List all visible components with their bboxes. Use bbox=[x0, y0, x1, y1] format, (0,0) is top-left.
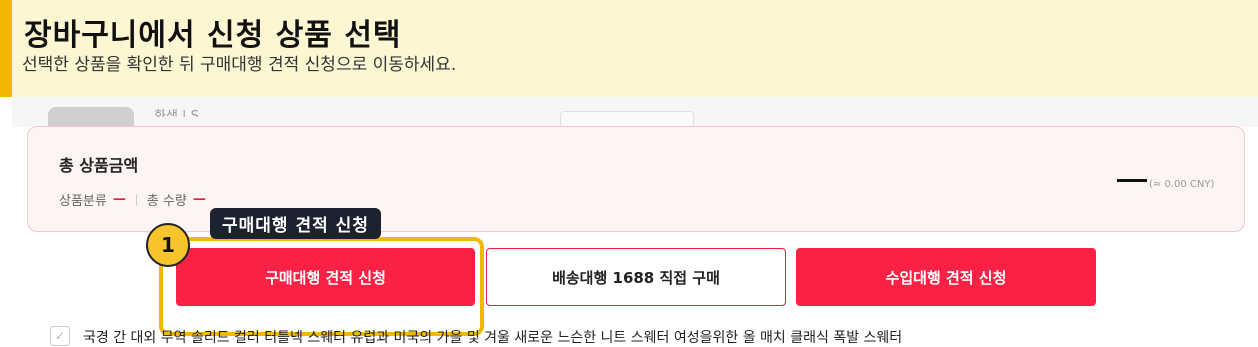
direct-purchase-button[interactable]: 배송대행 1688 직접 구매 bbox=[486, 248, 786, 306]
product-option-text: 화색 | S bbox=[154, 109, 199, 117]
page-subtitle: 선택한 상품을 확인한 뒤 구매대행 견적 신청으로 이동하세요. bbox=[22, 55, 457, 75]
meta-divider bbox=[135, 193, 137, 206]
category-label: 상품분류 bbox=[59, 194, 107, 209]
total-amount-label: 총 상품금액 bbox=[59, 156, 139, 175]
cart-item-row: 화색 | S bbox=[12, 97, 1258, 128]
product-thumbnail bbox=[48, 107, 134, 127]
currency-note: (≈ 0.00 CNY) bbox=[1149, 179, 1215, 190]
total-amount-value bbox=[1117, 179, 1147, 182]
category-value: — bbox=[112, 192, 126, 207]
import-quote-button[interactable]: 수입대행 견적 신청 bbox=[796, 248, 1096, 306]
page-title: 장바구니에서 신청 상품 선택 bbox=[24, 18, 402, 53]
step-number-badge: 1 bbox=[146, 223, 190, 267]
guide-tooltip: 구매대행 견적 신청 bbox=[210, 208, 381, 239]
quantity-label: 총 수량 bbox=[146, 194, 187, 209]
product-title: 국경 간 대외 무역 솔리드 컬러 터틀넥 스웨터 유럽과 미국의 가을 및 겨… bbox=[83, 330, 903, 346]
summary-meta: 상품분류 — 총 수량 — bbox=[59, 190, 206, 209]
check-icon: ✓ bbox=[54, 329, 66, 343]
header-accent-bar bbox=[0, 0, 12, 97]
product-checkbox[interactable]: ✓ bbox=[50, 326, 70, 346]
guide-highlight-box bbox=[159, 237, 484, 336]
quantity-value: — bbox=[192, 192, 206, 207]
guide-header: 장바구니에서 신청 상품 선택 선택한 상품을 확인한 뒤 구매대행 견적 신청… bbox=[0, 0, 1258, 97]
